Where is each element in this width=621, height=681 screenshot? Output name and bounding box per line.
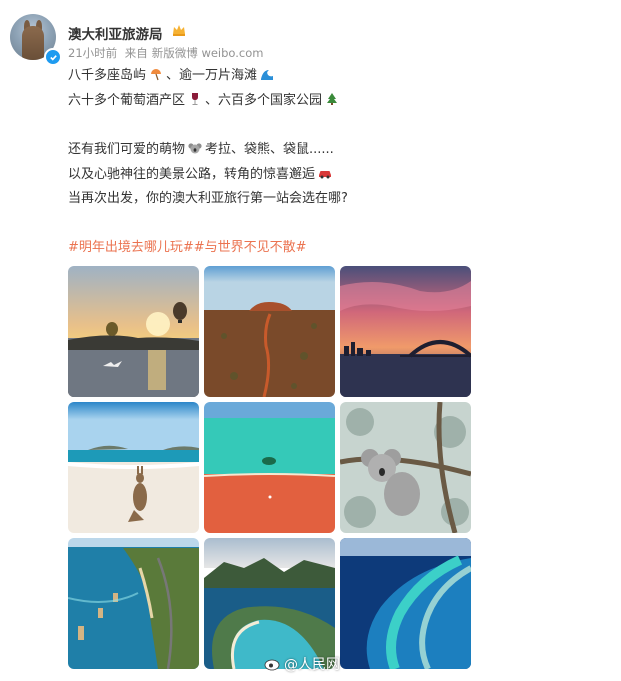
text-segment: 八千多座岛屿 xyxy=(68,68,147,83)
photo-hot-air-balloon[interactable] xyxy=(68,266,199,397)
text-segment: 六十多个葡萄酒产区 xyxy=(68,93,186,108)
post-line-4: 以及心驰神往的美景公路，转角的惊喜邂逅 xyxy=(68,166,335,184)
photo-pink-lake[interactable] xyxy=(204,402,335,533)
post-line-3: 还有我们可爱的萌物 考拉、袋熊、袋鼠...... xyxy=(68,141,334,159)
post-time[interactable]: 21小时前 xyxy=(68,46,117,60)
text-segment: 还有我们可爱的萌物 xyxy=(68,142,186,157)
post-source: 新版微博 weibo.com xyxy=(151,46,264,60)
wave-icon xyxy=(261,70,274,80)
wine-glass-icon xyxy=(192,93,199,105)
text-segment: 以及心驰神往的美景公路，转角的惊喜邂逅 xyxy=(68,167,316,182)
watermark: @人民网 xyxy=(264,654,340,674)
pine-tree-icon xyxy=(327,93,338,105)
post-line-5: 当再次出发，你的澳大利亚旅行第一站会选在哪? xyxy=(68,191,348,206)
crown-icon xyxy=(173,25,185,36)
photo-grid xyxy=(68,266,472,670)
photo-kangaroo-beach[interactable] xyxy=(68,402,199,533)
text-segment: 考拉、袋熊、袋鼠...... xyxy=(205,142,334,157)
verified-icon xyxy=(44,48,62,66)
post-meta: 21小时前 来自 新版微博 weibo.com xyxy=(68,45,267,61)
photo-wineglass-bay[interactable] xyxy=(204,538,335,669)
post-line-1: 八千多座岛屿 、逾一万片海滩 xyxy=(68,67,277,85)
post-line-2: 六十多个葡萄酒产区 、六百多个国家公园 xyxy=(68,92,342,110)
kangaroo-figure xyxy=(22,26,44,60)
topic-tags[interactable]: #明年出境去哪儿玩##与世界不见不散# xyxy=(68,236,307,255)
photo-sydney-harbour[interactable] xyxy=(340,266,471,397)
text-segment: 、逾一万片海滩 xyxy=(166,68,258,83)
car-icon xyxy=(319,171,332,179)
beach-umbrella-icon xyxy=(151,69,162,81)
photo-koala[interactable] xyxy=(340,402,471,533)
source-prefix: 来自 xyxy=(124,46,148,60)
weibo-logo-icon xyxy=(264,659,280,671)
koala-icon xyxy=(188,143,202,154)
watermark-text: @人民网 xyxy=(284,657,340,673)
photo-great-barrier-reef[interactable] xyxy=(340,538,471,669)
username[interactable]: 澳大利亚旅游局 xyxy=(68,23,163,43)
photo-uluru[interactable] xyxy=(204,266,335,397)
photo-great-ocean-road[interactable] xyxy=(68,538,199,669)
text-segment: 、六百多个国家公园 xyxy=(205,93,323,108)
